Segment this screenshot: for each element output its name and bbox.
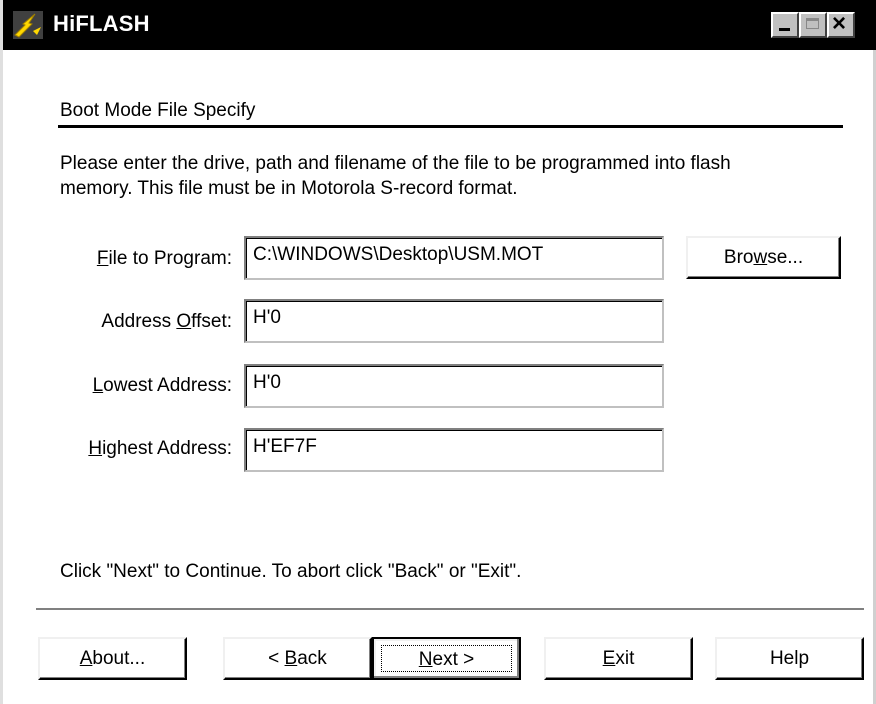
maximize-button[interactable] xyxy=(799,12,827,38)
file-to-program-label: File to Program: xyxy=(96,248,232,269)
highest-address-input[interactable]: H'EF7F xyxy=(244,428,664,472)
section-title: Boot Mode File Specify xyxy=(60,100,256,121)
instructions-line-2: memory. This file must be in Motorola S-… xyxy=(60,178,518,199)
footer-divider xyxy=(36,608,864,611)
section-divider xyxy=(58,125,843,128)
minimize-icon xyxy=(779,28,790,31)
exit-button[interactable]: Exit xyxy=(544,637,693,680)
about-button[interactable]: About... xyxy=(38,637,187,680)
close-button[interactable]: × xyxy=(827,10,855,38)
lowest-address-value: H'0 xyxy=(246,366,662,406)
file-to-program-input[interactable]: C:\WINDOWS\Desktop\USM.MOT xyxy=(244,236,664,280)
lowest-address-input[interactable]: H'0 xyxy=(244,364,664,408)
file-to-program-value: C:\WINDOWS\Desktop\USM.MOT xyxy=(246,238,662,278)
back-button[interactable]: < Back xyxy=(223,637,372,680)
instructions-text: Please enter the drive, path and filenam… xyxy=(60,151,830,201)
next-focus-rect: Next > xyxy=(381,645,512,672)
title-bar[interactable]: HiFLASH × xyxy=(3,0,876,50)
address-offset-label: Address Offset: xyxy=(101,311,232,332)
window-title: HiFLASH xyxy=(53,11,150,36)
browse-button[interactable]: Browse... xyxy=(686,236,841,279)
flash-lightning-icon xyxy=(13,11,43,39)
address-offset-input[interactable]: H'0 xyxy=(244,299,664,343)
highest-address-value: H'EF7F xyxy=(246,430,662,470)
instructions-line-1: Please enter the drive, path and filenam… xyxy=(60,153,731,174)
address-offset-value: H'0 xyxy=(246,301,662,341)
next-button[interactable]: Next > xyxy=(372,637,521,680)
close-icon: × xyxy=(832,10,847,37)
hiflash-window: HiFLASH × Boot Mode File Specify Please … xyxy=(0,0,876,704)
help-button[interactable]: Help xyxy=(715,637,864,680)
minimize-button[interactable] xyxy=(771,12,799,38)
continue-instructions: Click "Next" to Continue. To abort click… xyxy=(60,561,522,582)
highest-address-label: Highest Address: xyxy=(88,438,232,459)
lowest-address-label: Lowest Address: xyxy=(92,375,232,396)
maximize-icon xyxy=(806,18,819,29)
